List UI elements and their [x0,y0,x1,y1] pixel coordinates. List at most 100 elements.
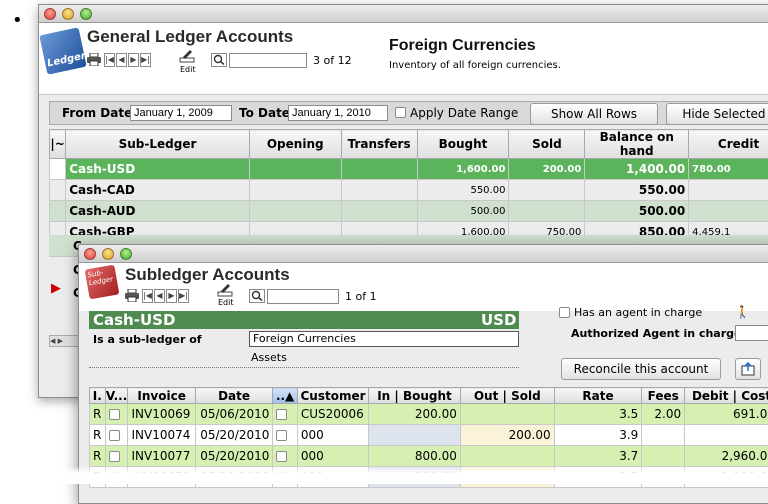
debit-cost-cell: 691.00 [685,404,768,425]
reconciled-cell: R [90,425,106,446]
first-record-icon[interactable]: |◀ [104,53,115,67]
ledger-logo: Ledger [39,27,86,74]
previous-record-icon[interactable]: ◀ [154,289,165,303]
table-row[interactable]: Cash-CAD 550.00 550.00 [50,180,768,201]
zoom-window-button[interactable] [80,8,92,20]
window-header: Sub-Ledger Subledger Accounts |◀ ◀ ▶ ▶| … [79,263,768,311]
opening-cell [249,201,341,222]
table-row[interactable]: R INV10074 05/20/2010 000 200.00 3.9 [90,425,768,446]
in-bought-cell [369,425,461,446]
table-row[interactable]: ▶ Cash-USD 1,600.00 200.00 1,400.00 780.… [50,159,768,180]
verify-checkbox[interactable] [109,430,120,441]
column-header-transfers[interactable]: Transfers [341,130,417,159]
window-titlebar[interactable] [39,5,768,23]
print-icon[interactable] [125,289,139,302]
horizontal-scrollbar-arrows-icon[interactable]: ◀ ▶ [49,335,79,347]
show-all-rows-button[interactable]: Show All Rows [530,103,658,125]
in-bought-cell: 800.00 [369,446,461,467]
column-header-customer[interactable]: Customer [297,388,368,404]
column-header-balance[interactable]: Balance on hand [585,130,689,159]
sold-cell [509,201,585,222]
verify-checkbox[interactable] [109,409,120,420]
column-header-out-sold[interactable]: Out | Sold [460,388,554,404]
search-icon[interactable] [211,53,227,67]
in-bought-cell: 200.00 [369,404,461,425]
column-header-fees[interactable]: Fees [642,388,685,404]
verify-cell[interactable] [105,446,128,467]
column-header-debit-cost[interactable]: Debit | Cost [685,388,768,404]
apply-date-range-checkbox[interactable] [395,107,406,118]
column-header-in-bought[interactable]: In | Bought [369,388,461,404]
zoom-window-button[interactable] [120,248,132,260]
close-window-button[interactable] [84,248,96,260]
edit-pencil-icon[interactable] [217,281,233,297]
column-header-rate[interactable]: Rate [554,388,642,404]
bought-cell: 500.00 [417,201,509,222]
verify-cell[interactable] [105,404,128,425]
table-row[interactable]: R INV10077 05/20/2010 000 800.00 3.7 2,9… [90,446,768,467]
credit-cell [689,180,768,201]
table-row[interactable]: Cash-AUD 500.00 500.00 [50,201,768,222]
flag-cell[interactable] [273,446,297,467]
column-header-i[interactable]: I. [90,388,106,404]
column-header-bought[interactable]: Bought [417,130,509,159]
window-titlebar[interactable] [79,245,768,263]
subledger-window: Sub-Ledger Subledger Accounts |◀ ◀ ▶ ▶| … [78,244,768,504]
edit-pencil-icon[interactable] [179,47,195,63]
row-checkbox[interactable] [276,451,287,462]
fees-cell [642,446,685,467]
verify-checkbox[interactable] [109,451,120,462]
rate-cell: 3.7 [554,446,642,467]
column-header-invoice[interactable]: Invoice [128,388,195,404]
last-record-icon[interactable]: ▶| [178,289,189,303]
column-header-flag[interactable]: |~ [50,130,66,159]
column-header-opening[interactable]: Opening [249,130,341,159]
export-icon[interactable] [735,358,761,380]
column-header-sold[interactable]: Sold [509,130,585,159]
print-icon[interactable] [87,53,101,66]
next-record-icon[interactable]: ▶ [128,53,139,67]
ledger-logo-text: Ledger [46,51,87,70]
subledger-of-field[interactable]: Foreign Currencies [249,331,519,347]
close-window-button[interactable] [44,8,56,20]
flag-cell[interactable] [273,404,297,425]
date-filter-bar: From Date To Date Apply Date Range Show … [49,101,768,125]
first-record-icon[interactable]: |◀ [142,289,153,303]
column-header-date[interactable]: Date [195,388,273,404]
verify-cell[interactable] [105,425,128,446]
sub-ledger-cell: Cash-CAD [66,180,250,201]
flag-cell[interactable] [273,425,297,446]
reconcile-account-button[interactable]: Reconcile this account [561,358,721,380]
column-header-credit[interactable]: Credit [689,130,768,159]
hide-selected-rows-button[interactable]: Hide Selected R [666,103,768,125]
minimize-window-button[interactable] [62,8,74,20]
record-search-input[interactable] [267,289,339,304]
table-header-row: I. V... Invoice Date ..▲ Customer In | B… [90,388,768,404]
out-sold-cell [460,446,554,467]
column-header-sort[interactable]: ..▲ [273,388,297,404]
has-agent-checkbox[interactable] [559,307,570,318]
record-search-input[interactable] [229,53,307,68]
to-date-field[interactable] [288,105,388,121]
divider [89,367,519,368]
fees-cell [642,425,685,446]
column-header-v[interactable]: V... [105,388,128,404]
subledger-logo-text: Sub-Ledger [87,269,114,288]
from-date-field[interactable] [130,105,232,121]
previous-record-icon[interactable]: ◀ [116,53,127,67]
category-label: Assets [251,351,287,364]
last-record-icon[interactable]: ▶| [140,53,151,67]
authorized-agent-field[interactable] [735,325,768,341]
minimize-window-button[interactable] [102,248,114,260]
table-row[interactable]: R INV10069 05/06/2010 CUS20006 200.00 3.… [90,404,768,425]
search-icon[interactable] [249,289,265,303]
row-checkbox[interactable] [276,409,287,420]
column-header-sub-ledger[interactable]: Sub-Ledger [66,130,250,159]
has-agent-label: Has an agent in charge [574,306,702,319]
foreign-currencies-table: |~ Sub-Ledger Opening Transfers Bought S… [49,129,768,243]
next-record-icon[interactable]: ▶ [166,289,177,303]
sold-cell: 200.00 [509,159,585,180]
currency-code: USD [477,311,519,329]
flag-cell [50,201,66,222]
row-checkbox[interactable] [276,430,287,441]
